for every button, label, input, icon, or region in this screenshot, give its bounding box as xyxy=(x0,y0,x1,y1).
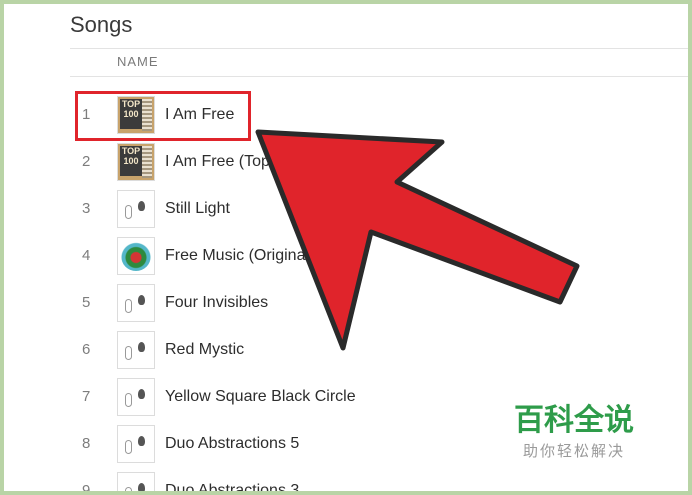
app-window: Songs NAME 1 TOP 100 I Am Free 2 TOP 100… xyxy=(4,4,688,491)
watermark-subtitle: 助你轻松解决 xyxy=(522,443,625,460)
watermark-title: 百科全说 xyxy=(514,404,634,437)
watermark: 百科全说 助你轻松解决 xyxy=(514,404,634,461)
